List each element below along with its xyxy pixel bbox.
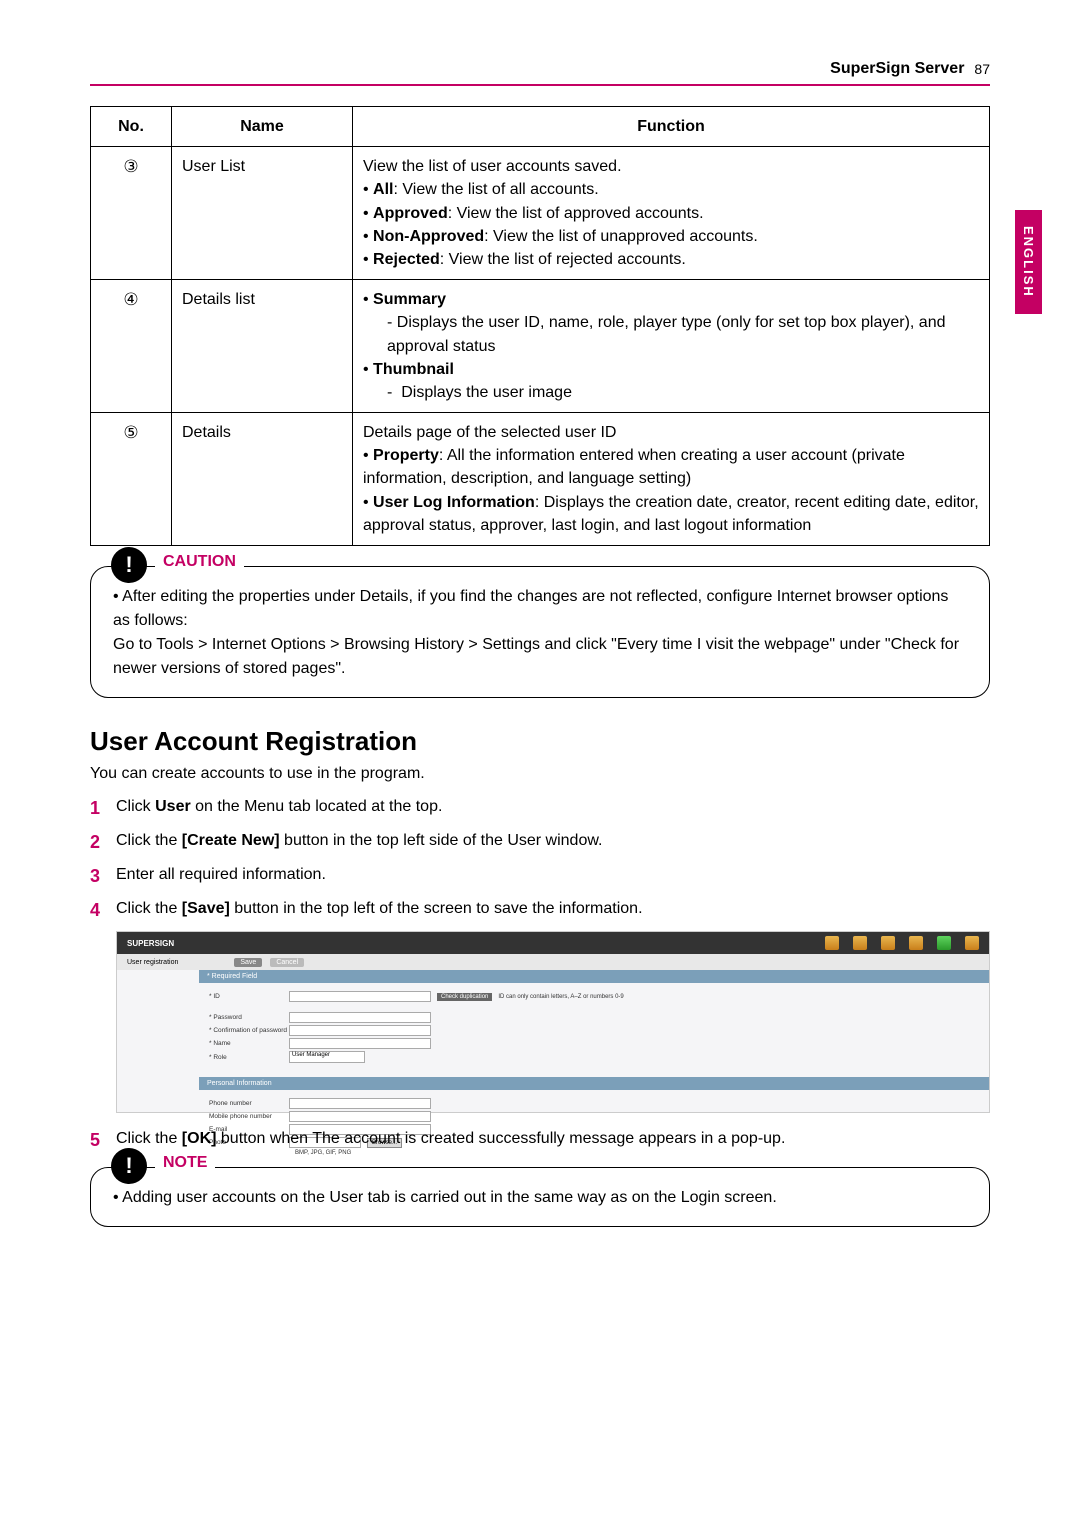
header-title: SuperSign Server	[830, 60, 964, 78]
page-number: 87	[974, 61, 990, 77]
password-confirm-field[interactable]	[289, 1025, 431, 1036]
shot-required-header: * Required Field	[199, 970, 989, 983]
shot-save-button[interactable]: Save	[234, 958, 262, 967]
caution-box: ! CAUTION • After editing the properties…	[90, 566, 990, 698]
step: 2Click the [Create New] button in the to…	[90, 829, 990, 853]
row-name: User List	[172, 147, 353, 280]
th-name: Name	[172, 107, 353, 147]
id-field[interactable]	[289, 991, 431, 1002]
page-header: SuperSign Server 87	[90, 60, 990, 86]
distribution-icon	[965, 936, 979, 950]
mobile-field[interactable]	[289, 1111, 431, 1122]
shot-breadcrumb: User registration	[127, 959, 178, 966]
steps-list-cont: 5Click the [OK] button when The account …	[90, 1127, 990, 1151]
step: 4Click the [Save] button in the top left…	[90, 897, 990, 921]
schedule-icon	[881, 936, 895, 950]
caution-text: • After editing the properties under Det…	[113, 585, 967, 681]
shot-nav	[825, 936, 979, 950]
shot-logo: SUPERSIGN	[127, 939, 174, 948]
steps-list: 1Click User on the Menu tab located at t…	[90, 795, 990, 921]
function-table: No. Name Function ③ User List View the l…	[90, 106, 990, 546]
table-row: ③ User List View the list of user accoun…	[91, 147, 990, 280]
role-select[interactable]: User Manager	[289, 1051, 365, 1063]
caution-icon: !	[111, 547, 147, 583]
language-tab: ENGLISH	[1015, 210, 1042, 314]
row-no: ③	[123, 155, 138, 180]
content-icon	[853, 936, 867, 950]
user-icon	[937, 936, 951, 950]
table-row: ⑤ Details Details page of the selected u…	[91, 413, 990, 546]
password-field[interactable]	[289, 1012, 431, 1023]
step: 5Click the [OK] button when The account …	[90, 1127, 990, 1151]
caution-label: CAUTION	[155, 553, 244, 571]
name-field[interactable]	[289, 1038, 431, 1049]
player-icon	[909, 936, 923, 950]
row-func: View the list of user accounts saved. • …	[353, 147, 990, 280]
note-icon: !	[111, 1148, 147, 1184]
step: 3Enter all required information.	[90, 863, 990, 887]
phone-field[interactable]	[289, 1098, 431, 1109]
note-label: NOTE	[155, 1154, 215, 1172]
shot-cancel-button[interactable]: Cancel	[270, 958, 304, 967]
th-function: Function	[353, 107, 990, 147]
embedded-screenshot: SUPERSIGN User registration Save Cancel …	[116, 931, 990, 1113]
section-title: User Account Registration	[90, 726, 990, 757]
step: 1Click User on the Menu tab located at t…	[90, 795, 990, 819]
section-lead: You can create accounts to use in the pr…	[90, 765, 990, 783]
table-row: ④ Details list • Summary - Displays the …	[91, 280, 990, 413]
check-dup-button[interactable]: Check duplication	[437, 993, 492, 1001]
home-icon	[825, 936, 839, 950]
shot-personal-header: Personal Information	[199, 1077, 989, 1090]
note-text: • Adding user accounts on the User tab i…	[113, 1186, 967, 1210]
th-no: No.	[91, 107, 172, 147]
note-box: ! NOTE • Adding user accounts on the Use…	[90, 1167, 990, 1227]
